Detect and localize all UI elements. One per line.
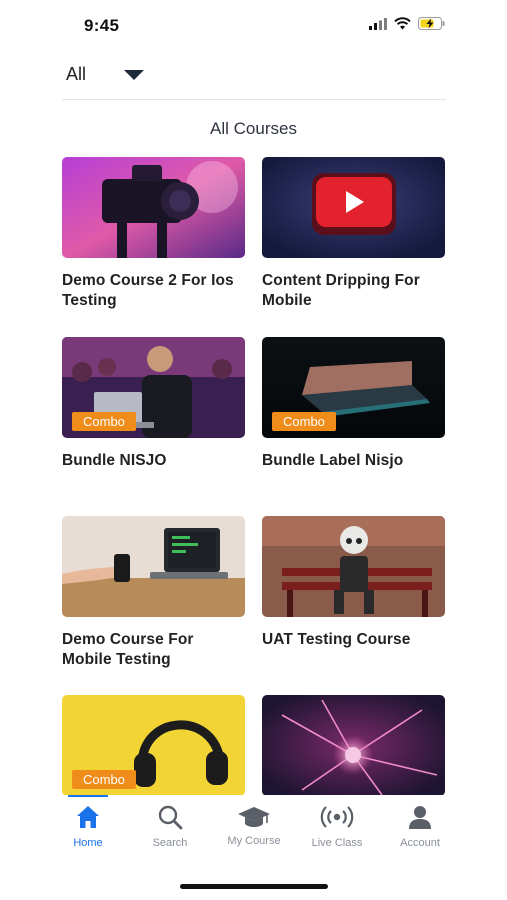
bottom-tab-bar: Home Search My Course Live Class Account <box>0 795 507 860</box>
tab-home[interactable]: Home <box>43 795 133 855</box>
status-time: 9:45 <box>84 16 120 35</box>
category-filter-dropdown[interactable]: All <box>66 64 145 85</box>
course-card[interactable]: Combo Bundle Label Nisjo <box>262 337 445 471</box>
course-card[interactable]: UAT Testing Course <box>262 516 445 650</box>
graduation-cap-icon <box>238 807 270 827</box>
tab-label: Account <box>400 837 440 849</box>
robot-bench-thumbnail <box>262 516 445 617</box>
tab-label: Search <box>152 837 188 849</box>
play-button-thumbnail <box>262 157 445 258</box>
home-indicator <box>180 884 328 889</box>
category-filter-value: All <box>66 64 87 84</box>
tab-my-course[interactable]: My Course <box>209 795 299 855</box>
course-card[interactable]: Combo <box>62 695 245 795</box>
status-bar: 9:45 <box>0 0 507 52</box>
course-title: Content Dripping For Mobile <box>262 272 420 309</box>
tab-account[interactable]: Account <box>375 795 465 855</box>
course-grid: Demo Course 2 For Ios Testing Content Dr… <box>62 157 446 795</box>
course-title: UAT Testing Course <box>262 631 411 648</box>
tab-label: Live Class <box>311 837 363 849</box>
tab-search[interactable]: Search <box>125 795 215 855</box>
headphones-yellow-thumbnail: Combo <box>62 695 245 795</box>
course-title: Bundle Label Nisjo <box>262 452 404 469</box>
wifi-icon <box>394 17 411 30</box>
user-icon <box>409 806 431 829</box>
course-card[interactable]: Demo Course 2 For Ios Testing <box>62 157 245 311</box>
section-title: All Courses <box>210 119 297 138</box>
course-card[interactable] <box>262 695 445 795</box>
status-icons <box>369 17 445 30</box>
neuron-thumbnail <box>262 695 445 795</box>
course-card[interactable]: Combo Bundle NISJO <box>62 337 245 471</box>
tab-live-class[interactable]: Live Class <box>292 795 382 855</box>
signal-icon <box>369 17 387 30</box>
combo-badge: Combo <box>72 770 136 789</box>
film-camera-thumbnail <box>62 157 245 258</box>
category-filter-row: All <box>62 60 446 100</box>
combo-badge: Combo <box>272 412 336 431</box>
course-card[interactable]: Content Dripping For Mobile <box>262 157 445 311</box>
search-icon <box>158 805 183 830</box>
combo-badge: Combo <box>72 412 136 431</box>
course-title: Bundle NISJO <box>62 452 167 469</box>
audience-laptop-thumbnail: Combo <box>62 337 245 438</box>
home-icon <box>77 806 99 828</box>
course-card[interactable]: Demo Course For Mobile Testing <box>62 516 245 670</box>
tab-label: My Course <box>227 835 281 847</box>
phone-laptop-desk-thumbnail <box>62 516 245 617</box>
battery-charging-icon <box>418 17 445 30</box>
caret-down-icon <box>124 69 145 80</box>
course-title: Demo Course 2 For Ios Testing <box>62 272 234 309</box>
broadcast-icon <box>320 806 354 828</box>
course-title: Demo Course For Mobile Testing <box>62 631 194 668</box>
laptop-dark-thumbnail: Combo <box>262 337 445 438</box>
tab-label: Home <box>73 837 103 849</box>
